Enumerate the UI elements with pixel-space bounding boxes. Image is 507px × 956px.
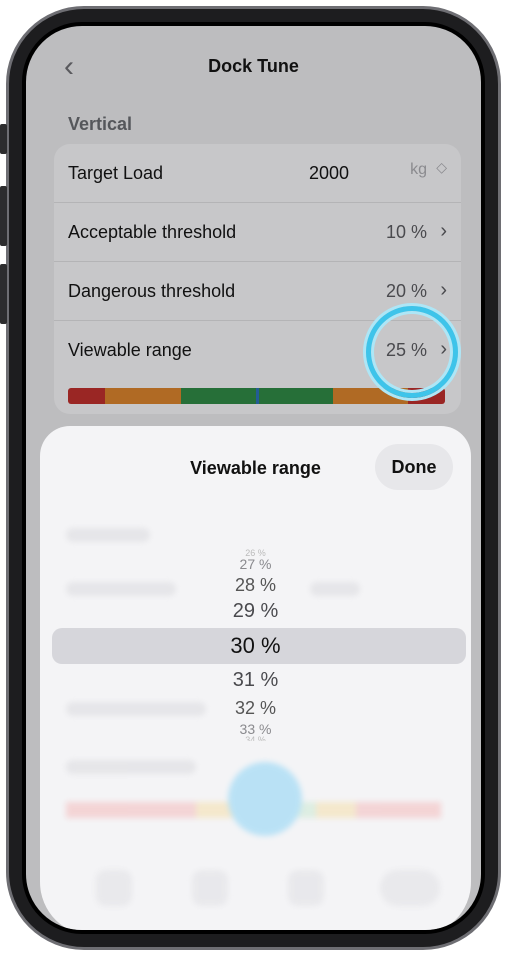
unit-select[interactable]: kg [410,161,427,179]
percent-picker[interactable]: 26 % 27 % 28 % 29 % 30 % 31 % 32 % 33 % … [40,518,471,741]
dangerous-threshold-value: 20 % [385,281,427,301]
picker-option[interactable]: 28 % [40,575,471,596]
up-down-chevron-icon: ◇ [436,159,447,175]
row-target-load[interactable]: Target Load 2000 kg ◇ [54,144,461,203]
phone-screen: ‹ Dock Tune Vertical Target Load 2000 kg… [22,22,485,934]
acceptable-threshold-value: 10 % [385,222,427,242]
nav-bar: ‹ Dock Tune [26,26,481,106]
range-segment-acceptable-left [105,388,181,404]
side-button-volume-down [0,264,7,324]
side-button-mute [0,124,7,154]
picker-option[interactable]: 32 % [40,698,471,719]
row-acceptable-threshold[interactable]: Acceptable threshold 10 % › [54,203,461,262]
picker-option[interactable]: 34 % [40,735,471,741]
chevron-right-icon: › [440,279,447,301]
viewable-range-label: Viewable range [68,340,192,360]
picker-option-selected[interactable]: 30 % [40,633,471,659]
range-segment-good-left [181,388,256,404]
chevron-right-icon: › [440,220,447,242]
page-title: Dock Tune [208,56,299,76]
done-button[interactable]: Done [375,444,453,490]
range-segment-good-right [259,388,333,404]
picker-option[interactable]: 26 % [40,548,471,556]
tap-highlight-ring [366,306,458,398]
picker-option[interactable]: 31 % [40,669,471,692]
dangerous-threshold-label: Dangerous threshold [68,281,236,301]
picker-option[interactable]: 27 % [40,556,471,572]
range-segment-danger-left [68,388,105,404]
picker-option[interactable]: 29 % [40,600,471,623]
ghost-line [66,760,196,774]
acceptable-threshold-label: Acceptable threshold [68,222,237,242]
target-load-value[interactable]: 2000 [309,163,349,184]
ghost-blue-button [228,762,302,836]
target-load-label: Target Load [68,163,164,183]
bottom-sheet: Viewable range Done 26 % 27 % 28 % 29 % … [40,426,471,930]
ghost-tab-bar [40,856,471,930]
side-button-volume-up [0,186,7,246]
section-label-vertical: Vertical [68,114,133,134]
